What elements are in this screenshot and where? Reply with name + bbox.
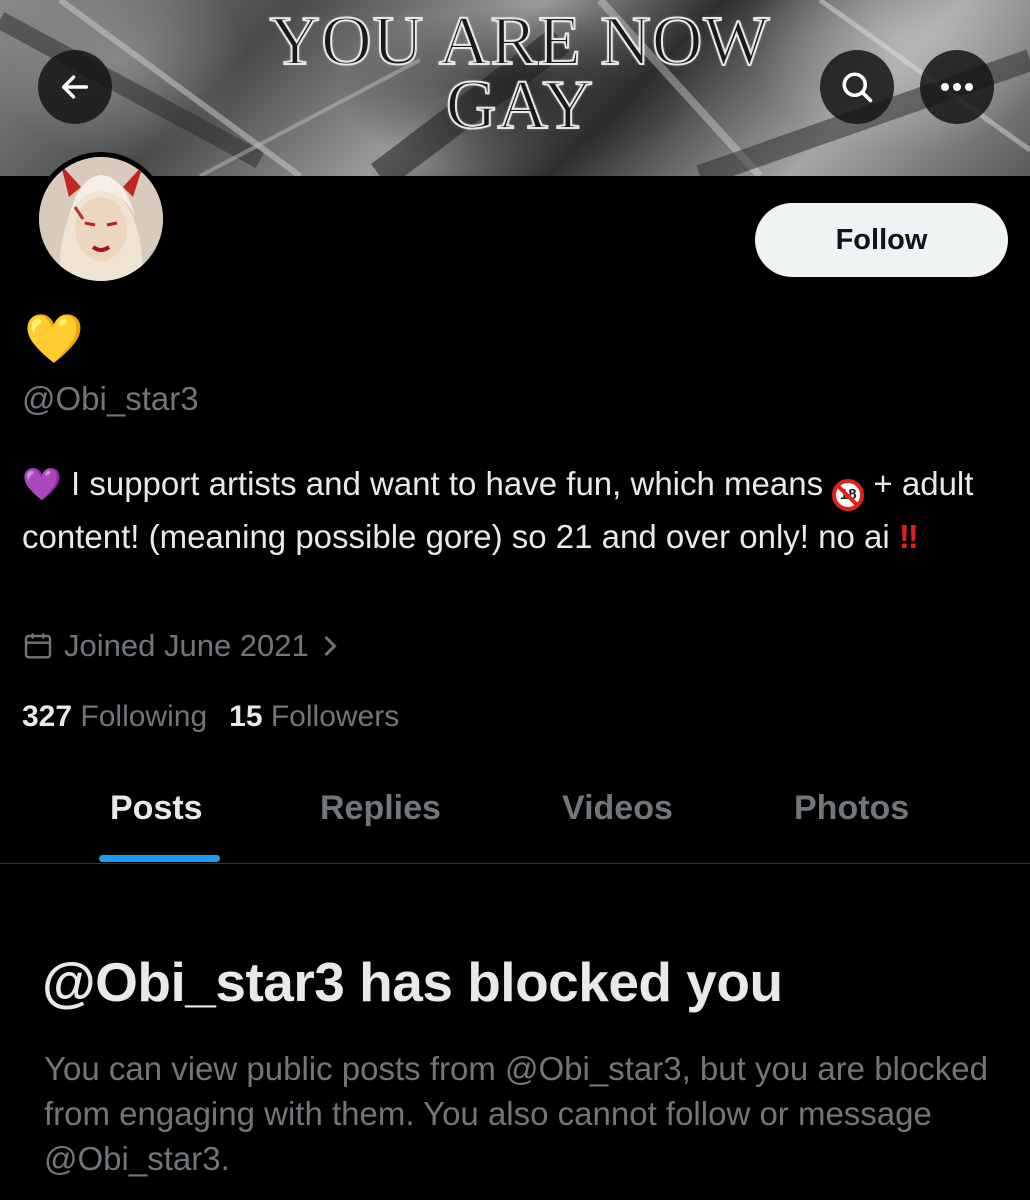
profile-tabs: Posts Replies Videos Photos	[0, 775, 1030, 864]
double-exclamation-icon: ‼	[898, 517, 919, 555]
search-icon	[842, 72, 873, 103]
search-button[interactable]	[820, 50, 894, 124]
chevron-right-icon	[324, 635, 337, 657]
blocked-message: You can view public posts from @Obi_star…	[44, 1050, 988, 1177]
followers-label: Followers	[270, 700, 400, 733]
joined-date-row[interactable]: Joined June 2021	[22, 628, 341, 664]
tab-videos[interactable]: Videos	[562, 789, 673, 828]
purple-heart-emoji: 💜	[22, 466, 62, 502]
bio-text-1: I support artists and want to have fun, …	[61, 465, 833, 502]
followers-link[interactable]: 15 Followers	[229, 700, 399, 733]
following-label: Following	[80, 700, 208, 733]
blocked-title: @Obi_star3 has blocked you	[42, 951, 783, 1013]
tab-photos[interactable]: Photos	[794, 789, 909, 828]
following-link[interactable]: 327 Following	[22, 700, 207, 733]
tab-replies[interactable]: Replies	[320, 789, 441, 828]
calendar-icon	[24, 633, 52, 659]
profile-bio: 💜 I support artists and want to have fun…	[22, 458, 1012, 562]
more-horizontal-icon	[941, 83, 973, 91]
profile-handle: @Obi_star3	[22, 380, 199, 417]
display-name: 💛	[24, 313, 84, 366]
avatar[interactable]	[34, 152, 168, 286]
followers-count: 15	[229, 700, 263, 733]
avatar-image	[39, 157, 163, 281]
no-under-18-icon: 18	[832, 478, 865, 511]
tab-posts[interactable]: Posts	[110, 789, 203, 828]
banner-title: YOU ARE NOW GAY	[269, 3, 771, 144]
active-tab-indicator	[99, 855, 220, 862]
more-button[interactable]	[920, 50, 994, 124]
profile-stats: 327 Following 15 Followers	[22, 700, 399, 734]
follow-button[interactable]: Follow	[755, 203, 1008, 277]
following-count: 327	[22, 700, 73, 733]
arrow-left-icon	[61, 75, 89, 99]
back-button[interactable]	[38, 50, 112, 124]
joined-date: Joined June 2021	[64, 628, 309, 663]
